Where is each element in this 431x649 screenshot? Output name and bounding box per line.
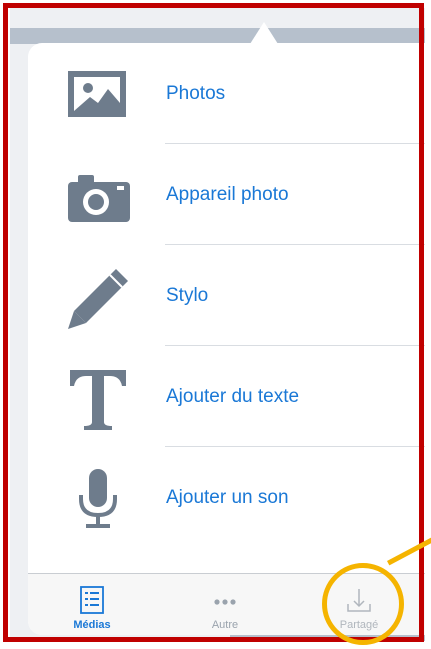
menu-item-label: Appareil photo: [166, 184, 289, 205]
menu-item-add-text[interactable]: Ajouter du texte: [28, 346, 425, 447]
media-popover: Photos Appareil photo Stylo Ajouter du t…: [28, 43, 425, 635]
pen-icon: [68, 269, 128, 329]
text-icon: [70, 370, 126, 430]
menu-item-camera[interactable]: Appareil photo: [28, 144, 425, 245]
tab-medias[interactable]: Médias: [32, 574, 152, 635]
menu-item-photos[interactable]: Photos: [28, 43, 425, 144]
tab-autre[interactable]: Autre: [165, 574, 285, 635]
highlight-circle: [322, 563, 404, 645]
ellipsis-icon: [214, 599, 236, 605]
microphone-icon: [79, 469, 117, 528]
menu-item-label: Stylo: [166, 285, 209, 306]
menu-item-add-sound[interactable]: Ajouter un son: [28, 447, 425, 548]
camera-icon: [68, 175, 130, 222]
menu-item-label: Ajouter du texte: [166, 386, 300, 407]
image-icon: [68, 71, 126, 117]
popover-arrow: [250, 22, 278, 44]
menu-item-pen[interactable]: Stylo: [28, 245, 425, 346]
menu-item-label: Ajouter un son: [166, 487, 289, 508]
tab-label: Autre: [211, 619, 239, 631]
background-toolbar: [10, 28, 425, 44]
tab-label: Médias: [73, 619, 111, 631]
menu-item-label: Photos: [166, 83, 226, 104]
list-icon: [80, 586, 104, 614]
